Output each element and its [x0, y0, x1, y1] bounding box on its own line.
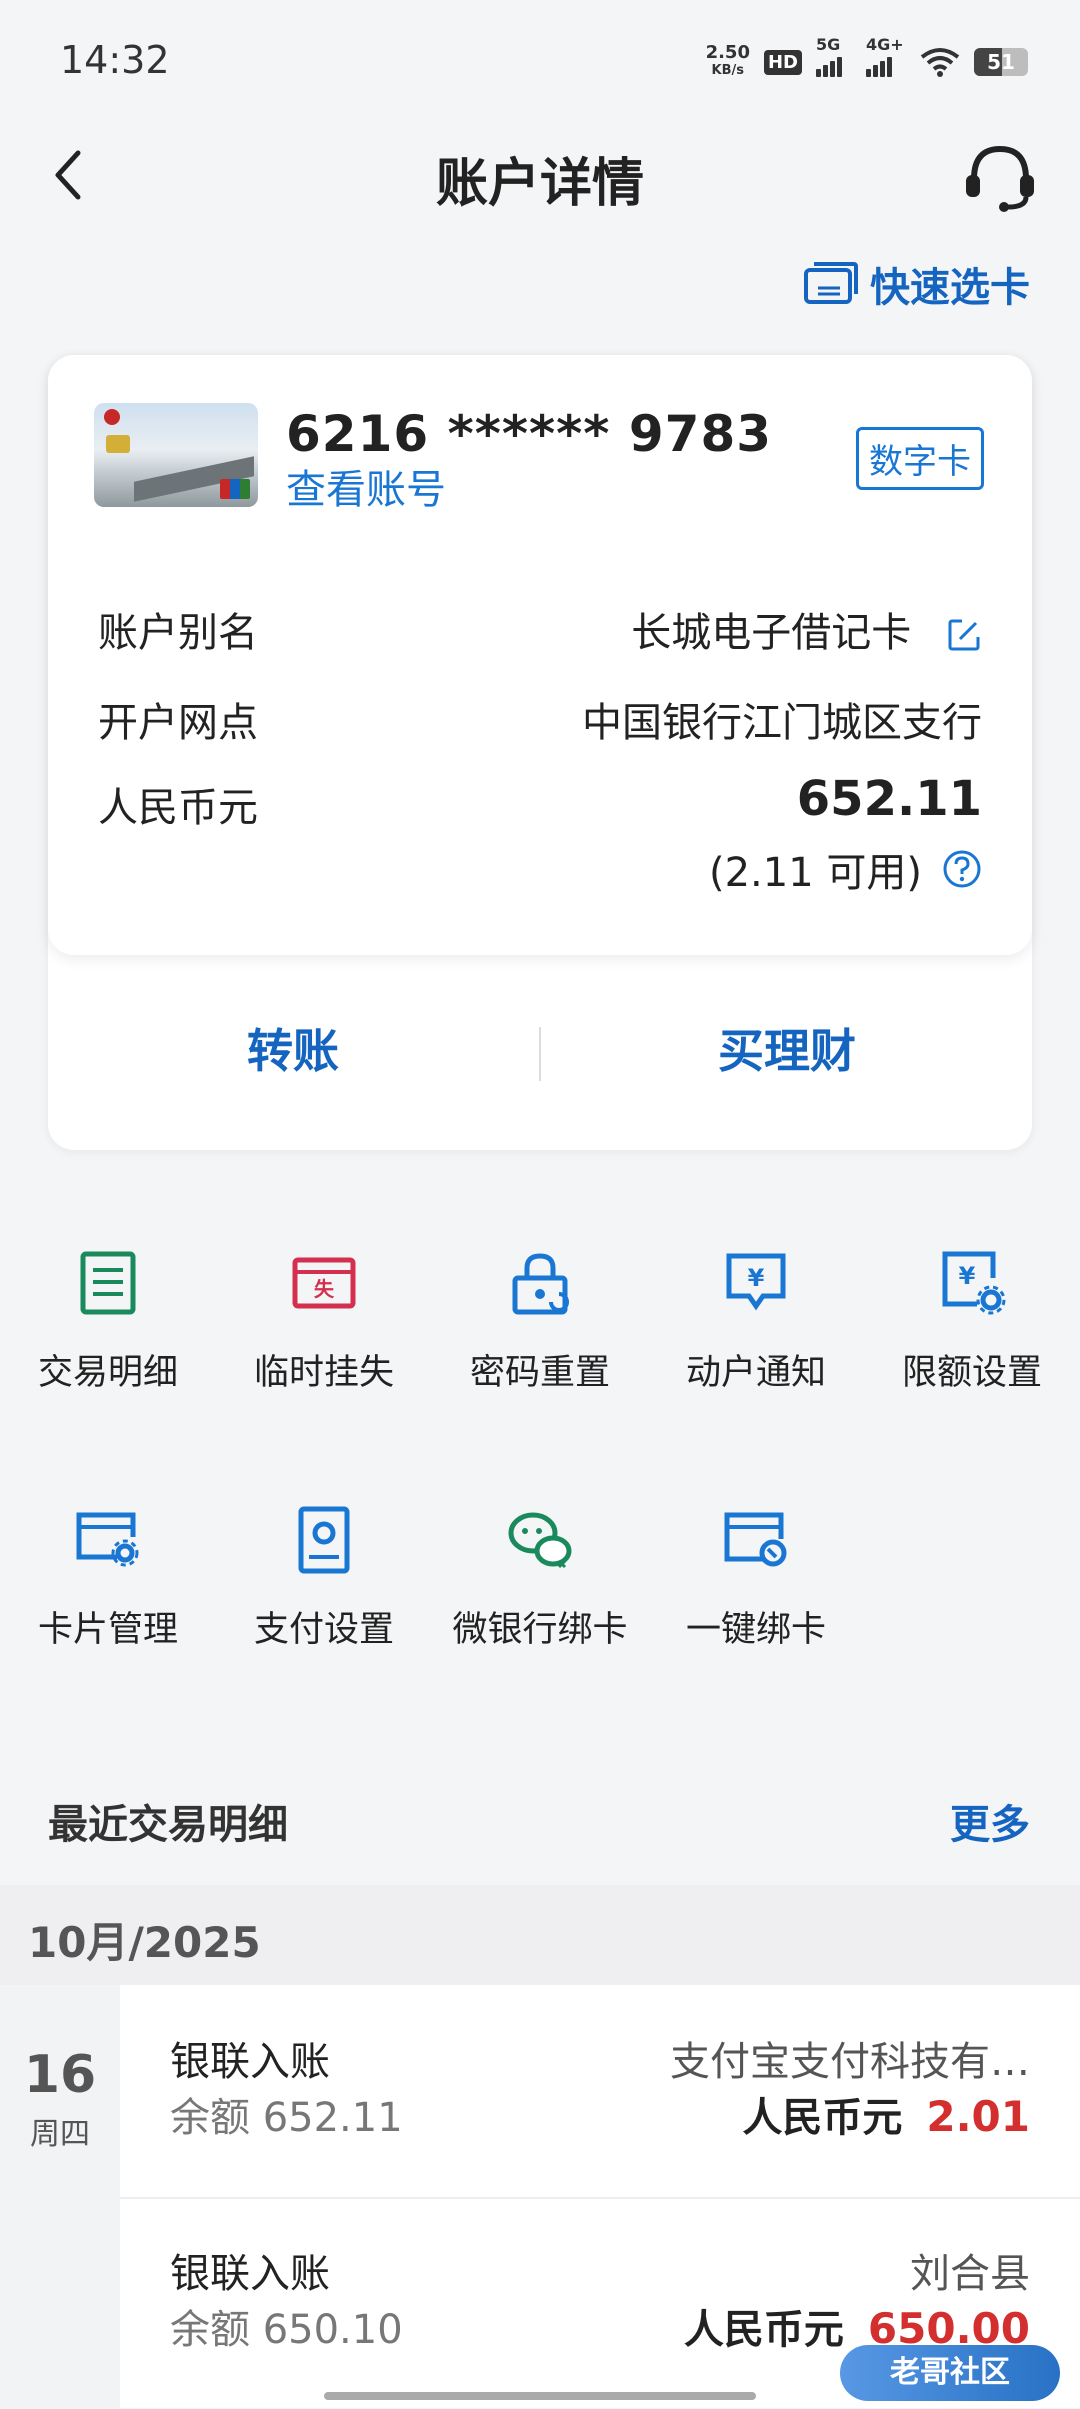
- card-actions: 转账 买理财: [48, 955, 1032, 1150]
- transaction-party: 支付宝支付科技有…: [670, 2039, 1030, 2085]
- available-balance-text: (2.11 可用): [709, 850, 922, 896]
- signal-5g-label: 5G: [816, 35, 841, 54]
- limit-settings-button[interactable]: ¥ 限额设置: [864, 1248, 1080, 1395]
- payment-settings-button[interactable]: 支付设置: [216, 1505, 432, 1652]
- month-label: 10月/2025: [28, 1918, 261, 1967]
- password-reset-button[interactable]: 密码重置: [432, 1248, 648, 1395]
- func-label: 临时挂失: [253, 1353, 394, 1393]
- func-label: 微银行绑卡: [452, 1610, 628, 1650]
- limit-settings-icon: ¥: [942, 1251, 1006, 1315]
- func-label: 一键绑卡: [685, 1610, 826, 1650]
- buy-wealth-button[interactable]: 买理财: [542, 1015, 1032, 1081]
- account-card-details: 6216 ****** 9783 查看账号 数字卡 账户别名 长城电子借记卡 开…: [48, 355, 1032, 955]
- transaction-amount-row: 人民币元 2.01: [742, 2085, 1030, 2143]
- home-indicator[interactable]: [324, 2392, 756, 2400]
- transaction-list-icon: [80, 1251, 136, 1315]
- header: 账户详情: [0, 125, 1080, 225]
- status-icons: 2.50 KB/s HD 5G 4G+ 51: [706, 35, 1028, 84]
- quick-select-label: 快速选卡: [870, 265, 1030, 311]
- status-bar: 14:32 2.50 KB/s HD 5G 4G+ 51: [0, 0, 1080, 125]
- bank-card-image: [94, 403, 258, 507]
- transaction-currency: 人民币元: [742, 2095, 903, 2141]
- hd-badge: HD: [763, 49, 802, 75]
- transaction-title: 银联入账: [170, 2251, 330, 2297]
- alias-label: 账户别名: [98, 610, 258, 656]
- date-column: 16 周四: [0, 1985, 120, 2408]
- status-time: 14:32: [60, 38, 170, 82]
- branch-label: 开户网点: [98, 700, 258, 746]
- headset-icon[interactable]: [960, 139, 1040, 215]
- func-label: 卡片管理: [37, 1610, 178, 1650]
- payment-settings-icon: [298, 1506, 350, 1574]
- wifi-icon: [920, 48, 960, 77]
- transaction-row[interactable]: 银联入账 余额 652.11 支付宝支付科技有… 人民币元 2.01: [120, 1985, 1080, 2197]
- card-manage-button[interactable]: 卡片管理: [0, 1505, 216, 1652]
- date-weekday: 周四: [30, 2117, 90, 2152]
- transaction-currency: 人民币元: [683, 2307, 844, 2353]
- view-account-link[interactable]: 查看账号: [286, 457, 446, 515]
- date-day: 16: [23, 2045, 97, 2105]
- transaction-party: 刘合县: [910, 2251, 1030, 2297]
- branch-value: 中国银行江门城区支行: [582, 700, 982, 746]
- signal-5g-icon: 5G: [816, 35, 852, 77]
- balance-amount: 652.11: [796, 771, 982, 827]
- signal-4g-label: 4G+: [866, 35, 904, 54]
- account-card: 6216 ****** 9783 查看账号 数字卡 账户别名 长城电子借记卡 开…: [48, 355, 1032, 1150]
- page-title: 账户详情: [435, 154, 644, 214]
- edit-icon[interactable]: [946, 617, 982, 653]
- func-label: 支付设置: [253, 1610, 394, 1650]
- transaction-balance: 余额 650.10: [170, 2307, 403, 2353]
- network-speed: 2.50 KB/s: [706, 44, 750, 80]
- func-label: 动户通知: [685, 1353, 826, 1393]
- alias-value-wrap: 长城电子借记卡: [631, 600, 982, 658]
- card-number: 6216 ****** 9783: [286, 405, 773, 463]
- battery-level: 51: [987, 50, 1015, 74]
- wechat-bind-button[interactable]: 微银行绑卡: [432, 1505, 648, 1652]
- account-notify-button[interactable]: ¥ 动户通知: [648, 1248, 864, 1395]
- transaction-balance: 余额 652.11: [170, 2095, 403, 2141]
- battery-icon: 51: [974, 48, 1028, 76]
- yuan-notify-icon: ¥: [726, 1253, 786, 1311]
- card-switch-icon: [804, 262, 858, 304]
- signal-4g-icon: 4G+: [866, 35, 906, 77]
- recent-transactions-title: 最近交易明细: [48, 1802, 288, 1848]
- transaction-amount: 2.01: [926, 2092, 1030, 2141]
- report-loss-icon: 失: [292, 1257, 356, 1309]
- currency-label: 人民币元: [98, 785, 258, 831]
- report-loss-button[interactable]: 失 临时挂失: [216, 1248, 432, 1395]
- wechat-bind-icon: [508, 1512, 572, 1569]
- card-manage-icon: [76, 1512, 139, 1567]
- month-header: 10月/2025: [0, 1885, 1080, 1985]
- one-click-bind-icon: [724, 1512, 787, 1567]
- digital-card-badge: 数字卡: [856, 427, 984, 490]
- svg-text:¥: ¥: [748, 1264, 765, 1292]
- svg-text:¥: ¥: [959, 1262, 976, 1290]
- svg-text:失: 失: [314, 1277, 335, 1301]
- alias-value: 长城电子借记卡: [631, 610, 912, 656]
- watermark-logo: 老哥社区: [840, 2345, 1060, 2401]
- func-label: 密码重置: [469, 1353, 610, 1393]
- question-icon[interactable]: [942, 849, 982, 889]
- available-balance: (2.11 可用): [709, 840, 982, 898]
- more-link[interactable]: 更多: [950, 1792, 1030, 1850]
- quick-select-card-button[interactable]: 快速选卡: [804, 255, 1030, 313]
- net-speed-value: 2.50: [705, 42, 750, 63]
- net-speed-unit: KB/s: [711, 63, 744, 78]
- transfer-button[interactable]: 转账: [48, 1015, 538, 1081]
- action-divider: [539, 1027, 541, 1081]
- func-label: 限额设置: [901, 1353, 1042, 1393]
- transaction-detail-button[interactable]: 交易明细: [0, 1248, 216, 1395]
- lock-reset-icon: [512, 1253, 569, 1315]
- func-label: 交易明细: [37, 1353, 178, 1393]
- transaction-title: 银联入账: [170, 2039, 330, 2085]
- one-click-bind-button[interactable]: 一键绑卡: [648, 1505, 864, 1652]
